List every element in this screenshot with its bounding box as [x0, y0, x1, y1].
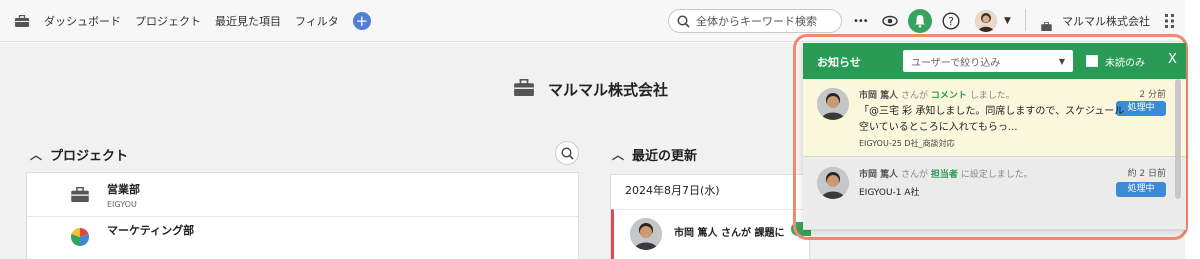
user-filter-placeholder: ユーザーで絞り込み: [911, 57, 1001, 69]
user-avatar[interactable]: [975, 10, 997, 32]
eye-icon[interactable]: [882, 10, 898, 32]
unread-only-label[interactable]: 未読のみ: [1105, 54, 1145, 69]
chevron-up-icon: ︿: [612, 148, 625, 162]
nav-recently-viewed[interactable]: 最近見た項目: [215, 13, 281, 29]
app-grid-icon[interactable]: [1165, 10, 1175, 32]
nav-filter[interactable]: フィルタ: [295, 13, 339, 29]
more-icon[interactable]: •••: [853, 10, 869, 32]
updates-section-header[interactable]: ︿ 最近の更新: [612, 145, 697, 164]
notification-header: お知らせ ユーザーで絞り込み ▼ 未読のみ X: [803, 43, 1186, 79]
help-icon[interactable]: ?: [942, 10, 960, 32]
notification-action-link[interactable]: 担当者: [931, 170, 958, 180]
chevron-down-icon[interactable]: ▼: [1004, 10, 1011, 32]
update-date: 2024年8月7日(水): [625, 184, 720, 197]
user-filter-select[interactable]: ユーザーで絞り込み ▼: [903, 50, 1073, 72]
notification-user: 市岡 篤人: [859, 170, 899, 180]
project-name: 営業部: [107, 183, 140, 196]
project-code: EIGYOU: [107, 200, 137, 209]
projects-heading: プロジェクト: [50, 149, 129, 164]
company-icon: [514, 78, 534, 100]
chevron-up-icon: ︿: [30, 148, 43, 162]
avatar: [817, 88, 849, 120]
search-icon: [677, 14, 690, 28]
notification-item[interactable]: 市岡 篤人 さんが コメント しました。 2 分前 処理中 「@三宅 彩 承知し…: [803, 79, 1186, 157]
notification-bell-icon[interactable]: [908, 9, 932, 33]
close-icon[interactable]: X: [1168, 52, 1177, 67]
page-title: マルマル株式会社: [514, 78, 669, 100]
notification-summary: 市岡 篤人 さんが コメント しました。: [859, 88, 1015, 101]
notification-body: 「@三宅 彩 承知しました。同席しますので、スケジュール空いているところに入れて…: [859, 106, 1125, 133]
divider: [1025, 9, 1026, 31]
notification-suffix: さんが: [901, 91, 929, 101]
notification-issue-link[interactable]: EIGYOU-25 D社_商談対応: [859, 138, 955, 149]
svg-text:?: ?: [948, 15, 954, 28]
page-title-text: マルマル株式会社: [548, 81, 669, 99]
update-entry[interactable]: 市岡 篤人 さんが 課題に: [611, 209, 811, 259]
notification-user: 市岡 篤人: [859, 91, 899, 101]
nav-dashboard[interactable]: ダッシュボード: [44, 13, 121, 29]
list-item[interactable]: マーケティング部: [27, 218, 578, 259]
update-text: 市岡 篤人 さんが 課題に: [674, 228, 785, 239]
search-placeholder: 全体からキーワード検索: [696, 15, 817, 28]
add-button[interactable]: +: [352, 11, 371, 30]
notification-title: お知らせ: [817, 56, 861, 69]
updates-panel: 2024年8月7日(水) 市岡 篤人 さんが 課題に: [610, 174, 811, 259]
search-icon: [560, 146, 574, 160]
notification-summary: 市岡 篤人 さんが 担当者 に設定しました。: [859, 167, 1033, 180]
projects-section-header[interactable]: ︿ プロジェクト: [30, 145, 128, 164]
status-badge: 処理中: [1116, 182, 1166, 197]
updates-heading: 最近の更新: [632, 149, 698, 164]
list-item[interactable]: 営業部 EIGYOU: [27, 173, 578, 217]
project-name: マーケティング部: [107, 224, 195, 237]
pie-chart-icon: [70, 227, 90, 250]
search-input[interactable]: 全体からキーワード検索: [668, 9, 842, 33]
avatar: [817, 167, 849, 199]
briefcase-icon: [71, 186, 89, 206]
notification-time: 約 2 日前: [1127, 169, 1166, 179]
notification-suffix: さんが: [901, 170, 929, 180]
briefcase-icon[interactable]: [14, 13, 30, 29]
caret-down-icon: ▼: [1058, 56, 1065, 66]
company-name[interactable]: マルマル株式会社: [1062, 13, 1150, 29]
avatar: [630, 218, 662, 250]
nav-projects[interactable]: プロジェクト: [135, 13, 201, 29]
notification-action-link[interactable]: コメント: [931, 91, 967, 101]
notification-time: 2 分前: [1139, 90, 1166, 100]
unread-only-checkbox[interactable]: [1086, 55, 1098, 67]
project-search-button[interactable]: [555, 141, 579, 165]
notification-issue-link[interactable]: EIGYOU-1 A社: [859, 185, 920, 198]
notification-tail: しました。: [969, 91, 1015, 101]
scrollbar[interactable]: [1175, 79, 1181, 199]
project-list: 営業部 EIGYOU マーケティング部: [26, 172, 579, 259]
notification-item[interactable]: 市岡 篤人 さんが 担当者 に設定しました。 約 2 日前 処理中 EIGYOU…: [803, 158, 1186, 230]
notification-panel: お知らせ ユーザーで絞り込み ▼ 未読のみ X 市岡 篤人 さんが コメント し…: [803, 43, 1186, 230]
notification-tail: に設定しました。: [960, 170, 1033, 180]
